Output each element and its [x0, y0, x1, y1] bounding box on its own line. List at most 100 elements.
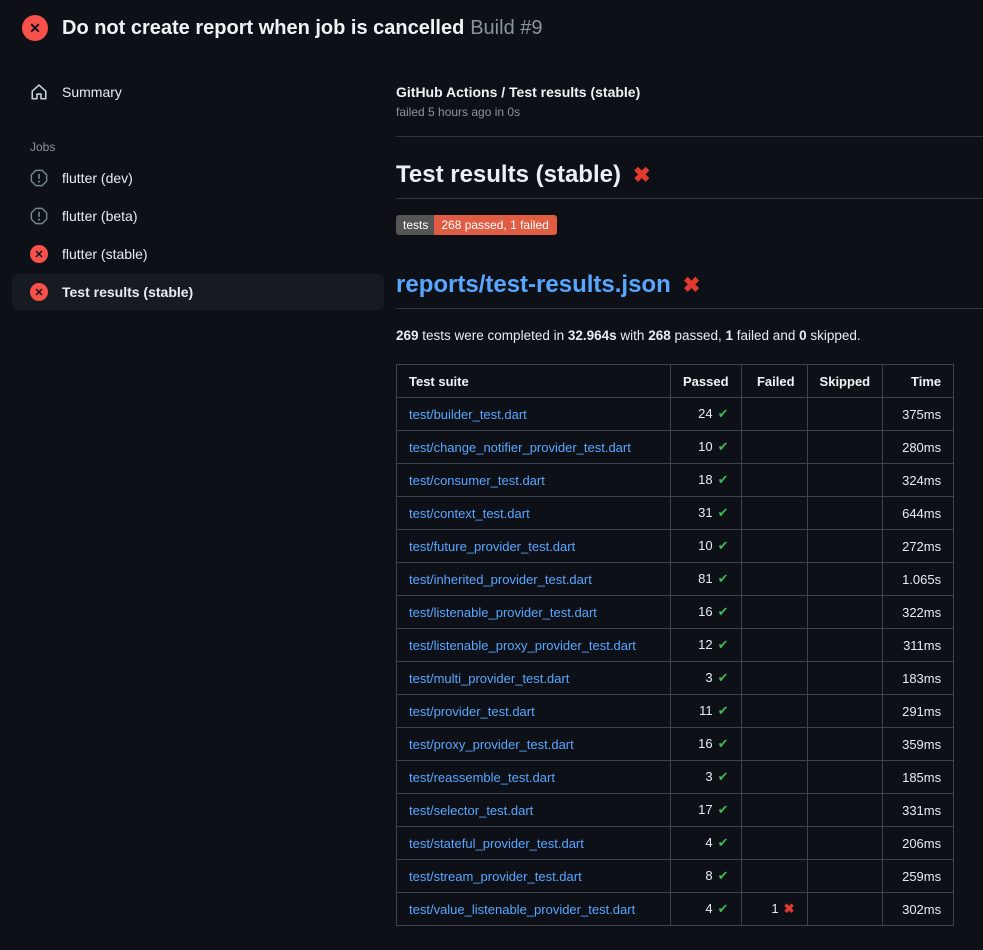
- skipped-cell: [807, 629, 883, 662]
- test-suite-link[interactable]: test/reassemble_test.dart: [409, 770, 555, 785]
- report-file-link[interactable]: reports/test-results.json: [396, 271, 671, 299]
- cross-icon: ✖: [633, 165, 651, 186]
- skipped-cell: [807, 695, 883, 728]
- passed-cell: 31✔: [671, 497, 742, 530]
- failed-cell: [741, 431, 807, 464]
- test-suite-link[interactable]: test/proxy_provider_test.dart: [409, 737, 574, 752]
- test-suite-cell: test/multi_provider_test.dart: [397, 662, 671, 695]
- test-suite-cell: test/provider_test.dart: [397, 695, 671, 728]
- build-number: Build #9: [470, 17, 542, 39]
- time-cell: 280ms: [883, 431, 954, 464]
- test-suite-link[interactable]: test/listenable_provider_test.dart: [409, 605, 597, 620]
- test-suite-link[interactable]: test/provider_test.dart: [409, 704, 535, 719]
- time-cell: 183ms: [883, 662, 954, 695]
- check-icon: ✔: [718, 637, 729, 652]
- passed-cell: 10✔: [671, 431, 742, 464]
- cancelled-stop-icon: [30, 169, 48, 187]
- check-icon: ✔: [718, 670, 729, 685]
- summary-text: passed,: [671, 328, 726, 343]
- skipped-cell: [807, 860, 883, 893]
- test-suite-link[interactable]: test/selector_test.dart: [409, 803, 533, 818]
- failed-cell: [741, 761, 807, 794]
- breadcrumb: GitHub Actions / Test results (stable): [396, 84, 983, 100]
- sidebar-item-job[interactable]: ✕Test results (stable): [12, 274, 384, 310]
- failed-cell: [741, 398, 807, 431]
- test-suite-cell: test/stream_provider_test.dart: [397, 860, 671, 893]
- column-header: Passed: [671, 365, 742, 398]
- passed-cell: 17✔: [671, 794, 742, 827]
- table-row: test/consumer_test.dart18✔324ms: [397, 464, 954, 497]
- test-suite-link[interactable]: test/consumer_test.dart: [409, 473, 545, 488]
- test-suite-link[interactable]: test/context_test.dart: [409, 506, 530, 521]
- sidebar-item-job[interactable]: flutter (beta): [12, 198, 384, 234]
- test-suite-cell: test/value_listenable_provider_test.dart: [397, 893, 671, 926]
- check-icon: ✔: [718, 769, 729, 784]
- table-row: test/value_listenable_provider_test.dart…: [397, 893, 954, 926]
- test-suite-cell: test/change_notifier_provider_test.dart: [397, 431, 671, 464]
- test-suite-link[interactable]: test/builder_test.dart: [409, 407, 527, 422]
- time-cell: 331ms: [883, 794, 954, 827]
- test-suite-cell: test/stateful_provider_test.dart: [397, 827, 671, 860]
- skipped-cell: [807, 827, 883, 860]
- failed-cell: [741, 497, 807, 530]
- cross-icon: ✖: [683, 275, 701, 296]
- x-circle-icon: ✕: [30, 245, 48, 263]
- test-suite-cell: test/builder_test.dart: [397, 398, 671, 431]
- failed-cell: [741, 860, 807, 893]
- test-suite-link[interactable]: test/inherited_provider_test.dart: [409, 572, 592, 587]
- test-table-body: test/builder_test.dart24✔375mstest/chang…: [397, 398, 954, 926]
- table-row: test/listenable_provider_test.dart16✔322…: [397, 596, 954, 629]
- jobs-section-label: Jobs: [30, 140, 396, 154]
- table-row: test/builder_test.dart 24✔ 375ms: [397, 398, 954, 431]
- table-row: test/change_notifier_provider_test.dart 1…: [397, 431, 954, 464]
- table-row: test/provider_test.dart11✔291ms: [397, 695, 954, 728]
- home-icon: [30, 83, 48, 101]
- test-suite-cell: test/consumer_test.dart: [397, 464, 671, 497]
- test-suite-cell: test/selector_test.dart: [397, 794, 671, 827]
- run-header: ✕ Do not create report when job is cance…: [0, 0, 983, 50]
- test-suite-link[interactable]: test/multi_provider_test.dart: [409, 671, 569, 686]
- test-suite-link[interactable]: test/future_provider_test.dart: [409, 539, 575, 554]
- test-suite-link[interactable]: test/listenable_proxy_provider_test.dart: [409, 638, 636, 653]
- failed-cell: [741, 794, 807, 827]
- passed-cell: 12✔: [671, 629, 742, 662]
- skipped-cell: [807, 530, 883, 563]
- test-suite-link[interactable]: test/stateful_provider_test.dart: [409, 836, 584, 851]
- column-header: Failed: [741, 365, 807, 398]
- check-icon: ✔: [718, 901, 729, 916]
- cancelled-stop-icon: [30, 207, 48, 225]
- sidebar-item-job[interactable]: flutter (dev): [12, 160, 384, 196]
- fail-x-icon: ✖: [784, 901, 795, 916]
- skipped-cell: [807, 464, 883, 497]
- time-cell: 322ms: [883, 596, 954, 629]
- sidebar-summary-label: Summary: [62, 84, 122, 100]
- time-cell: 259ms: [883, 860, 954, 893]
- skipped-cell: [807, 794, 883, 827]
- job-label: Test results (stable): [62, 284, 193, 300]
- test-suite-link[interactable]: test/value_listenable_provider_test.dart: [409, 902, 635, 917]
- time-cell: 291ms: [883, 695, 954, 728]
- failed-cell: [741, 728, 807, 761]
- table-row: test/context_test.dart31✔644ms: [397, 497, 954, 530]
- time-cell: 375ms: [883, 398, 954, 431]
- job-label: flutter (beta): [62, 208, 137, 224]
- passed-cell: 24✔: [671, 398, 742, 431]
- check-icon: ✔: [718, 736, 729, 751]
- test-suite-link[interactable]: test/change_notifier_provider_test.dart: [409, 440, 631, 455]
- test-suite-cell: test/reassemble_test.dart: [397, 761, 671, 794]
- check-icon: ✔: [718, 835, 729, 850]
- run-title: Do not create report when job is cancell…: [62, 17, 464, 39]
- skipped-cell: [807, 596, 883, 629]
- sidebar-item-summary[interactable]: Summary: [12, 74, 384, 110]
- test-suite-cell: test/proxy_provider_test.dart: [397, 728, 671, 761]
- passed-cell: 18✔: [671, 464, 742, 497]
- table-row: test/multi_provider_test.dart3✔183ms: [397, 662, 954, 695]
- check-icon: ✔: [718, 703, 729, 718]
- check-icon: ✔: [718, 406, 729, 421]
- skipped-cell: [807, 728, 883, 761]
- table-row: test/inherited_provider_test.dart81✔1.06…: [397, 563, 954, 596]
- test-suite-link[interactable]: test/stream_provider_test.dart: [409, 869, 582, 884]
- sidebar-item-job[interactable]: ✕flutter (stable): [12, 236, 384, 272]
- badge-value: 268 passed, 1 failed: [434, 215, 556, 235]
- skipped-cell: [807, 563, 883, 596]
